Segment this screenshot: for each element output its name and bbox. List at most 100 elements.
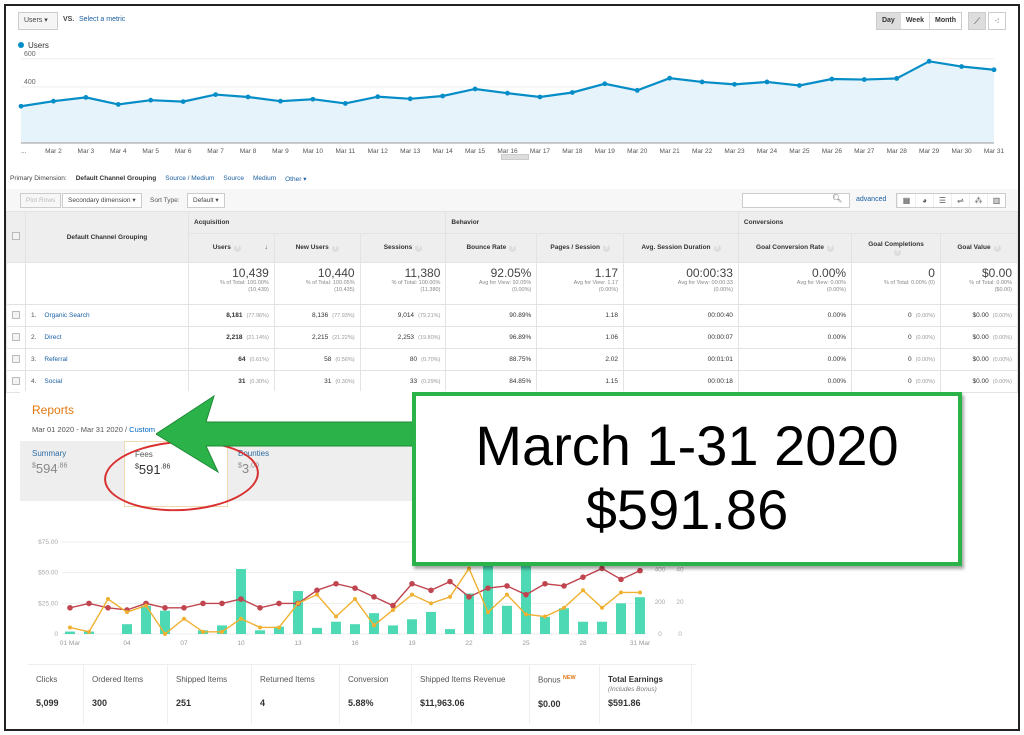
metric-dropdown[interactable]: Users ▾ — [18, 12, 58, 30]
table-row: 2. Direct 2,218 (21.14%) 2,215 (21.22%) 2,2… — [6, 326, 1018, 349]
dimension-medium[interactable]: Medium — [253, 175, 276, 183]
col-avg-session-duration[interactable]: Avg. Session Duration? — [623, 233, 739, 263]
stat-value: 5.88% — [348, 698, 374, 708]
ordered-items-point — [562, 605, 566, 610]
sort-type-dropdown[interactable]: Default ▾ — [187, 193, 225, 208]
col-goal-conversion-rate[interactable]: Goal Conversion Rate? — [737, 233, 853, 263]
help-icon[interactable]: ? — [509, 245, 517, 252]
help-icon[interactable]: ? — [894, 248, 901, 256]
period-week-button[interactable]: Week — [899, 13, 929, 29]
clicks-point — [485, 585, 491, 591]
dimension-source-medium[interactable]: Source / Medium — [165, 175, 214, 183]
users-pct: (0.61%) — [249, 357, 269, 363]
fees-bar — [388, 625, 398, 634]
help-icon[interactable]: ? — [331, 245, 339, 252]
ordered-items-point — [239, 616, 243, 621]
total-sub: % of Total: 0.00% — [969, 280, 1012, 286]
cell-duration: 00:00:40 — [623, 304, 739, 327]
line-chart-icon[interactable]: ⟋ — [968, 12, 986, 30]
ordered-items-point — [372, 623, 376, 628]
goal-value-pct: (0.00%) — [992, 313, 1012, 319]
y-tick-label: $50.00 — [38, 570, 58, 577]
pie-chart-icon[interactable]: ◕ — [915, 194, 933, 207]
new-users-value: 2,215 — [311, 334, 329, 341]
clicks-point — [105, 604, 111, 611]
sessions-value: 33 — [409, 378, 418, 385]
row-channel: 4. Social — [25, 370, 189, 393]
sort-type-value: Default — [193, 197, 214, 204]
total-value: 10,439 — [232, 266, 269, 280]
clicks-point — [371, 594, 377, 600]
period-month-button[interactable]: Month — [929, 13, 961, 29]
performance-icon[interactable]: ☰ — [933, 194, 951, 207]
row-checkbox[interactable] — [12, 332, 20, 341]
channel-link[interactable]: Organic Search — [44, 312, 89, 319]
ordered-items-point — [144, 603, 148, 608]
select-all-checkbox[interactable] — [12, 232, 20, 240]
help-icon[interactable]: ? — [415, 245, 423, 252]
total-sub: (0.00%) — [598, 287, 619, 293]
dimension-header[interactable]: Default Channel Grouping — [25, 211, 189, 263]
fees-bar — [331, 621, 341, 634]
dimension-other[interactable]: Other ▾ — [285, 175, 306, 183]
row-channel: 1. Organic Search — [25, 304, 189, 327]
users-point — [797, 83, 802, 88]
plot-rows-button[interactable]: Plot Rows — [20, 193, 62, 208]
tab-summary[interactable]: Summary $594.86 — [32, 449, 67, 476]
cell-pages-session: 1.18 — [536, 304, 625, 327]
total-cell: 10,439% of Total: 100.00% (10,439) — [188, 262, 275, 305]
motion-chart-icon[interactable]: ⁖ — [988, 12, 1006, 30]
custom-date-link[interactable]: Custom — [129, 425, 155, 434]
term-cloud-icon[interactable]: ⁂ — [969, 194, 987, 207]
col-goal-value[interactable]: Goal Value? — [939, 233, 1018, 263]
col-new-users[interactable]: New Users? — [273, 233, 361, 263]
users-pct: (77.96%) — [246, 313, 269, 319]
dimension-source[interactable]: Source — [223, 175, 244, 183]
reports-title: Reports — [32, 403, 75, 417]
sort-type-label: Sort Type: — [150, 197, 180, 204]
col-bounce-rate[interactable]: Bounce Rate? — [445, 233, 538, 263]
col-goal-conversion-rate-label: Goal Conversion Rate — [756, 244, 824, 251]
channel-link[interactable]: Direct — [44, 334, 61, 341]
data-table-icon[interactable]: ▦ — [897, 194, 915, 207]
comparison-icon[interactable]: ⇌ — [951, 194, 969, 207]
col-users[interactable]: Users? ↓ — [188, 233, 275, 263]
row-checkbox[interactable] — [12, 354, 20, 363]
advanced-link[interactable]: advanced — [856, 196, 886, 203]
row-number: 4. — [31, 378, 37, 385]
row-checkbox[interactable] — [12, 376, 20, 385]
users-point — [472, 86, 478, 92]
ordered-items-point — [391, 607, 395, 612]
select-metric-link[interactable]: Select a metric — [79, 16, 125, 23]
x-tick-label: Mar 5 — [142, 148, 159, 155]
ordered-items-point — [524, 612, 528, 617]
goal-value-pct: (0.00%) — [992, 379, 1012, 385]
col-pages-session[interactable]: Pages / Session? — [536, 233, 625, 263]
pivot-icon[interactable]: ▥ — [987, 194, 1005, 207]
y-tick-label: 0 — [54, 631, 58, 638]
completions-pct: (0.00%) — [915, 313, 935, 319]
dimension-default-channel-grouping[interactable]: Default Channel Grouping — [76, 175, 157, 183]
x-tick-label: Mar 19 — [595, 148, 616, 155]
users-value: 64 — [238, 356, 246, 363]
help-icon[interactable]: ? — [826, 245, 834, 252]
users-point — [310, 96, 316, 102]
chart-resize-handle[interactable] — [501, 154, 529, 160]
search-icon[interactable]: 🔍︎ — [832, 194, 842, 203]
help-icon[interactable]: ? — [602, 245, 610, 252]
secondary-dimension-dropdown[interactable]: Secondary dimension ▾ — [62, 193, 142, 208]
clicks-point — [542, 580, 548, 587]
period-day-button[interactable]: Day — [876, 13, 900, 29]
row-checkbox[interactable] — [12, 310, 20, 319]
stat-value: 4 — [260, 698, 266, 708]
x-tick-label: Mar 30 — [951, 148, 972, 155]
help-icon[interactable]: ? — [713, 245, 721, 252]
help-icon[interactable]: ? — [993, 245, 1001, 252]
col-goal-completions[interactable]: Goal Completions? — [851, 233, 941, 263]
channel-link[interactable]: Social — [44, 378, 62, 385]
row-checkbox-cell — [6, 348, 26, 371]
help-icon[interactable]: ? — [233, 245, 241, 252]
col-sessions[interactable]: Sessions? — [359, 233, 447, 263]
channel-link[interactable]: Referral — [44, 356, 67, 363]
clicks-point — [162, 604, 168, 611]
